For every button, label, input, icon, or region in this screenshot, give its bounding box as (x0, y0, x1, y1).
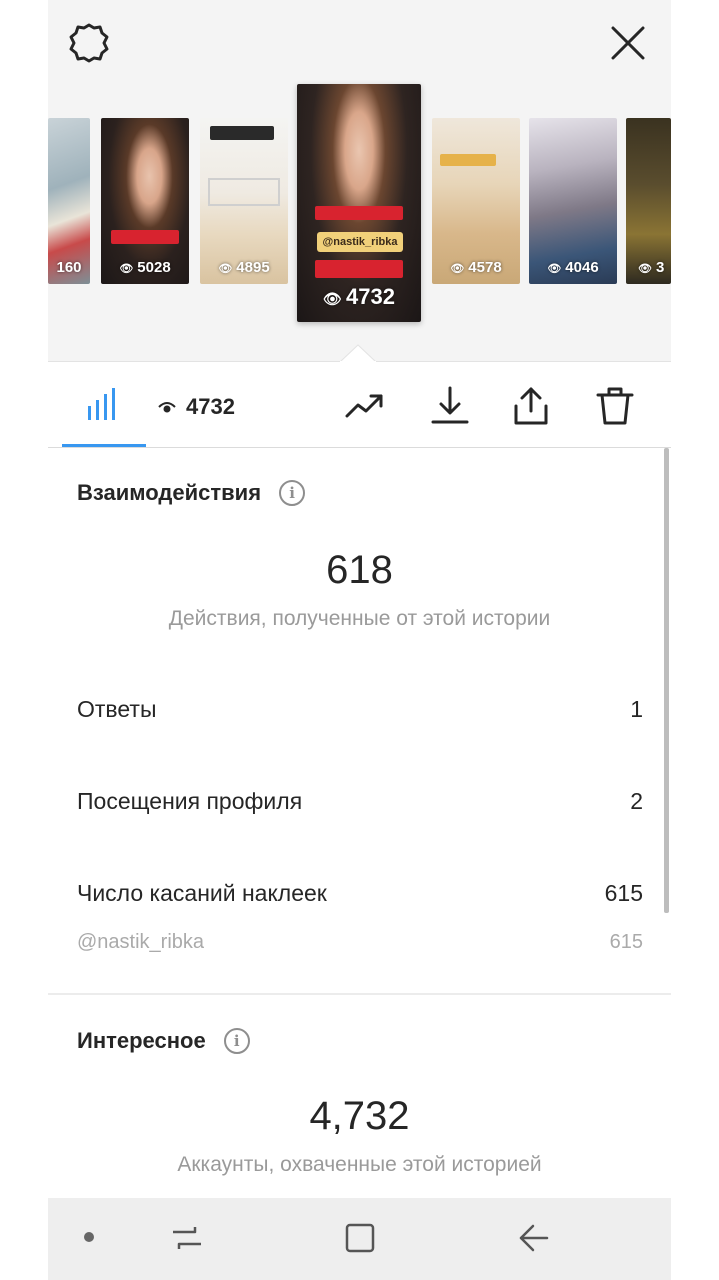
metric-subrow-sticker-mention: @nastik_ribka 615 (77, 931, 643, 954)
recent-apps-icon[interactable] (169, 1220, 205, 1256)
story-view-count: 160 (56, 259, 82, 276)
discovery-total: 4,732 (309, 1094, 410, 1138)
trending-up-icon[interactable] (345, 386, 385, 426)
story-thumbnail-selected[interactable]: @nastik_ribka 👁 4732 (297, 84, 421, 322)
view-count: 4732 (186, 394, 235, 419)
eye-icon: 👁 (119, 263, 134, 275)
system-navigation-bar (48, 1198, 671, 1280)
gear-icon[interactable] (67, 21, 111, 65)
story-view-count: 4732 (346, 284, 395, 309)
metric-label: Число касаний наклеек (77, 880, 327, 906)
story-thumbnail[interactable]: 👁 4578 (432, 118, 520, 284)
metric-value: 2 (630, 788, 643, 814)
discovery-title: Интересное (77, 1028, 206, 1053)
trash-icon[interactable] (595, 386, 635, 426)
metric-value: 615 (604, 880, 643, 906)
story-thumbnail[interactable]: 👁 5028 (101, 118, 189, 284)
eye-icon: 👁 (218, 263, 233, 275)
story-thumbnail[interactable]: 👁 4046 (529, 118, 617, 284)
interactions-total: 618 (326, 548, 393, 592)
discovery-section-title: Интересное i (77, 1028, 250, 1054)
eye-icon: 👁 (547, 263, 562, 275)
metric-row-sticker-taps: Число касаний наклеек 615 (77, 880, 643, 907)
story-view-count: 3 (655, 259, 665, 276)
insights-content[interactable]: Взаимодействия i 618 Действия, полученны… (48, 448, 671, 1198)
home-icon[interactable] (342, 1220, 378, 1256)
sticker-mention-value: 615 (609, 931, 643, 953)
story-view-count: 4578 (468, 259, 502, 276)
selection-pointer (340, 344, 376, 362)
story-view-count: 5028 (137, 259, 171, 276)
metric-label: Посещения профиля (77, 788, 303, 814)
viewers-tab[interactable]: 4732 (158, 394, 235, 420)
info-icon[interactable]: i (279, 480, 306, 506)
back-icon[interactable] (515, 1220, 551, 1256)
story-thumbnail[interactable]: 160 (48, 118, 90, 284)
info-icon[interactable]: i (223, 1028, 250, 1054)
story-insights-screen: 160 👁 5028 👁 4895 @nastik_ribka 👁 4732 👁 457… (48, 0, 671, 1280)
eye-icon: 👁 (323, 291, 343, 308)
sticker-mention-label: @nastik_ribka (77, 931, 205, 953)
metric-label: Ответы (77, 696, 157, 722)
eye-icon: 👁 (450, 263, 465, 275)
eye-icon: 👁 (638, 263, 652, 275)
metric-value: 1 (630, 696, 643, 722)
close-icon[interactable] (609, 24, 647, 62)
interactions-caption: Действия, полученные от этой истории (168, 607, 551, 630)
story-view-count: 4046 (565, 259, 599, 276)
bar-chart-icon (88, 388, 115, 420)
story-thumbnail[interactable]: 👁 4895 (200, 118, 288, 284)
story-thumbnail[interactable]: 👁 3 (626, 118, 671, 284)
metric-row-profile-visits: Посещения профиля 2 (77, 788, 643, 815)
scrollbar[interactable] (664, 448, 669, 913)
interactions-section-title: Взаимодействия i (77, 480, 306, 506)
tab-insights[interactable] (62, 362, 146, 447)
share-icon[interactable] (511, 386, 551, 426)
interactions-title: Взаимодействия (77, 480, 262, 505)
story-view-count: 4895 (236, 259, 270, 276)
nav-dot[interactable] (84, 1232, 94, 1242)
metric-row-replies: Ответы 1 (77, 696, 643, 723)
eye-icon (158, 402, 176, 413)
section-divider (48, 993, 671, 995)
story-thumbnails-strip: 160 👁 5028 👁 4895 @nastik_ribka 👁 4732 👁 457… (48, 0, 671, 362)
sticker-mention: @nastik_ribka (317, 232, 403, 252)
insights-toolbar: 4732 (48, 362, 671, 448)
download-icon[interactable] (430, 386, 470, 426)
discovery-caption: Аккаунты, охваченные этой историей (177, 1153, 542, 1176)
